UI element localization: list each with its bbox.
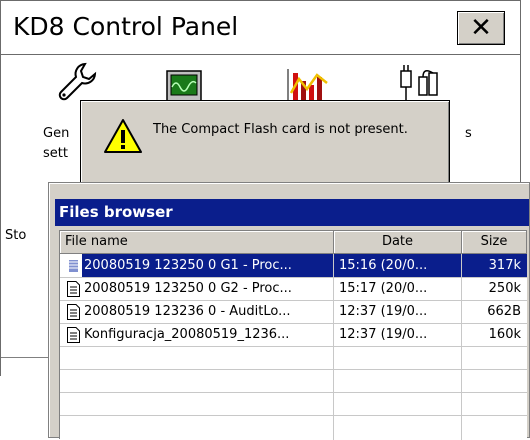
table-row[interactable]: 20080519 123250 0 G2 - Proc... 15:17 (20… (60, 277, 527, 300)
chart-icon (287, 69, 328, 103)
file-list: File name Date Size 20080519 123250 0 G1… (59, 230, 527, 440)
file-date-cell: 12:37 (19/0... (339, 327, 428, 342)
file-size-cell: 662B (487, 304, 521, 319)
document-icon (67, 281, 80, 297)
files-browser-window: Files browser File name Date Size 200805… (48, 182, 530, 440)
data-file-icon (67, 258, 80, 274)
file-size-cell: 317k (462, 254, 527, 277)
plug-icon (400, 65, 438, 101)
wrench-icon (58, 62, 97, 101)
status-label-partial: Sto (5, 228, 27, 243)
column-header-name[interactable]: File name (60, 231, 334, 254)
cp-item-label: Gen (43, 126, 70, 141)
file-name-cell: 20080519 123250 0 G2 - Proc... (84, 281, 292, 296)
file-size-cell: 160k (488, 327, 521, 342)
file-date-cell: 15:16 (20/0... (334, 254, 461, 277)
table-row[interactable]: Konfiguracja_20080519_1236... 12:37 (19/… (60, 323, 527, 346)
table-row[interactable]: 20080519 123250 0 G1 - Proc... 15:16 (20… (60, 254, 527, 277)
cp-item-label: s (465, 126, 472, 141)
file-date-cell: 15:17 (20/0... (339, 281, 428, 296)
document-icon (67, 327, 80, 343)
document-icon (67, 304, 80, 320)
file-date-cell: 12:37 (19/0... (339, 304, 428, 319)
message-box: The Compact Flash card is not present. (80, 100, 450, 186)
grid-line (60, 346, 527, 347)
grid-line (60, 415, 527, 416)
window-title: KD8 Control Panel (13, 12, 239, 41)
column-header-size[interactable]: Size (462, 231, 527, 254)
table-row[interactable]: 20080519 123236 0 - AuditLo... 12:37 (19… (60, 300, 527, 323)
file-name-cell: 20080519 123236 0 - AuditLo... (84, 304, 291, 319)
message-text: The Compact Flash card is not present. (153, 122, 408, 137)
warning-icon (104, 119, 142, 153)
close-button[interactable]: ✕ (457, 11, 505, 45)
files-browser-title: Files browser (55, 199, 529, 226)
file-name-cell: 20080519 123250 0 G1 - Proc... (82, 254, 333, 277)
cp-item-label: sett (43, 146, 68, 161)
close-icon: ✕ (470, 13, 492, 43)
file-size-cell: 250k (488, 281, 521, 296)
grid-line (60, 392, 527, 393)
file-name-cell: Konfiguracja_20080519_1236... (84, 327, 290, 342)
column-header-date[interactable]: Date (334, 231, 462, 254)
control-panel-titlebar: KD8 Control Panel ✕ (1, 1, 520, 55)
grid-line (60, 369, 527, 370)
